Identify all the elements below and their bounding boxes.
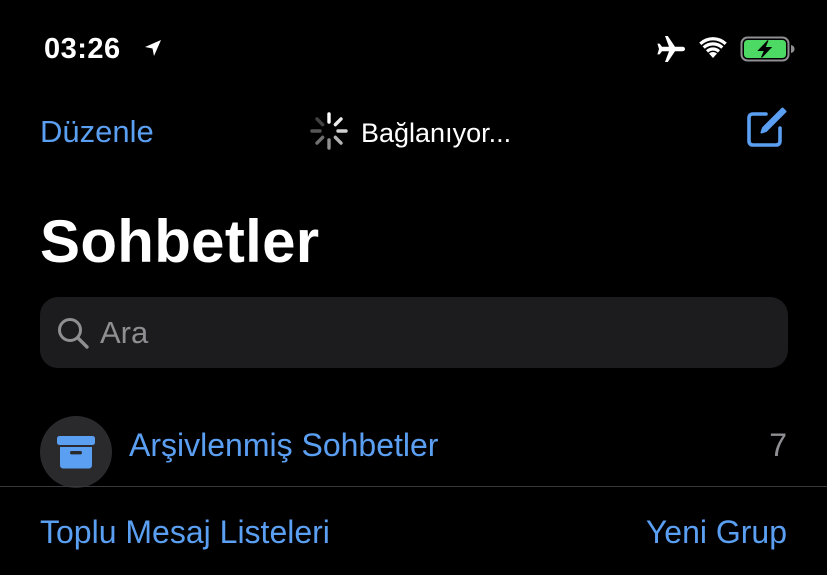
edit-button[interactable]: Düzenle — [40, 114, 154, 150]
airplane-mode-icon — [657, 36, 685, 62]
search-input[interactable] — [100, 312, 760, 353]
wifi-icon — [699, 37, 727, 58]
connecting-status: Bağlanıyor... — [361, 118, 512, 148]
battery-charging-icon — [740, 36, 795, 62]
location-arrow-icon — [145, 40, 161, 56]
archived-count: 7 — [769, 427, 787, 463]
search-icon — [58, 317, 89, 349]
loading-spinner-icon — [310, 112, 348, 150]
broadcast-lists-link[interactable]: Toplu Mesaj Listeleri — [40, 512, 330, 552]
page-title: Sohbetler — [40, 208, 320, 275]
archive-avatar — [40, 416, 112, 488]
new-group-link[interactable]: Yeni Grup — [646, 512, 787, 552]
compose-icon[interactable] — [744, 106, 788, 150]
divider — [0, 486, 827, 487]
search-bar[interactable] — [40, 297, 788, 368]
archive-box-icon — [57, 436, 95, 469]
archived-chats-label: Arşivlenmiş Sohbetler — [129, 427, 439, 463]
status-time: 03:26 — [44, 33, 121, 65]
archived-chats-row[interactable]: Arşivlenmiş Sohbetler 7 — [0, 408, 827, 488]
